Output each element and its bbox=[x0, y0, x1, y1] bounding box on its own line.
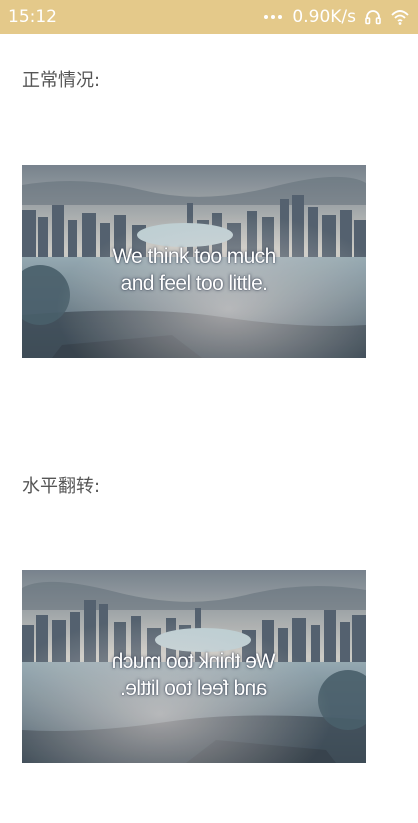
caption-line-1: We think too much bbox=[112, 245, 276, 268]
headset-icon bbox=[364, 8, 382, 26]
photo-caption-flipped: We think too much and feel too little. bbox=[22, 648, 366, 702]
normal-photo: We think too much and feel too little. bbox=[22, 165, 366, 358]
normal-label: 正常情况: bbox=[22, 70, 101, 91]
status-time: 15:12 bbox=[8, 7, 57, 27]
status-bar: 15:12 0.90K/s bbox=[0, 0, 418, 34]
caption-line-2: and feel too little. bbox=[120, 272, 268, 295]
caption-line-1: We think too much bbox=[112, 650, 276, 673]
caption-line-2: and feel too little. bbox=[120, 677, 268, 700]
wifi-icon bbox=[390, 8, 410, 26]
flip-label: 水平翻转: bbox=[22, 476, 101, 497]
more-dots-icon bbox=[264, 15, 283, 19]
photo-caption: We think too much and feel too little. bbox=[22, 243, 366, 297]
flipped-photo: We think too much and feel too little. bbox=[22, 570, 366, 763]
network-speed: 0.90K/s bbox=[292, 7, 356, 27]
